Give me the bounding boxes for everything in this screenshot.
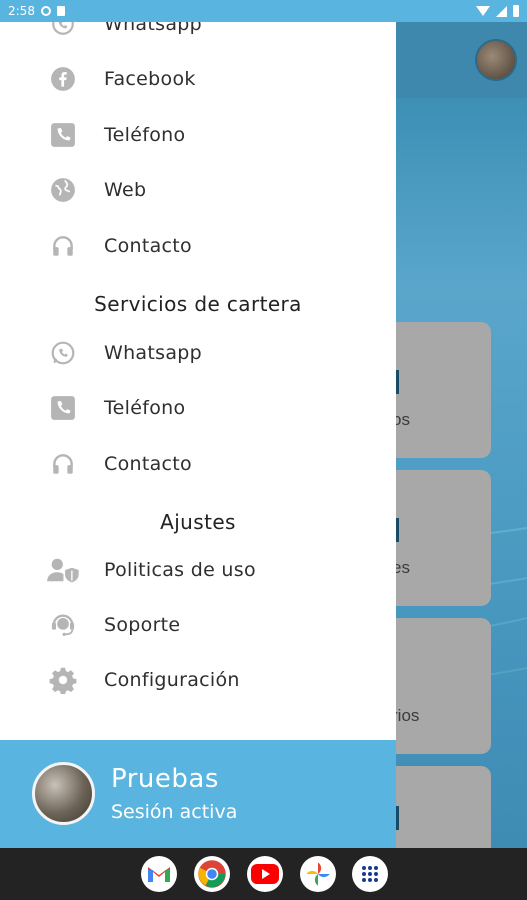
user-shield-icon — [46, 556, 82, 584]
sim-icon — [56, 6, 65, 16]
menu-item-label: Configuración — [104, 669, 240, 691]
menu-item-soporte[interactable]: Soporte — [0, 599, 396, 651]
background-card[interactable]: rios — [392, 618, 491, 754]
navigation-drawer: Whatsapp Facebook Teléfono Web Contacto … — [0, 22, 396, 848]
chrome-icon[interactable] — [194, 856, 230, 892]
menu-item-label: Soporte — [104, 614, 181, 636]
menu-item-whatsapp-partial[interactable]: Whatsapp — [0, 22, 396, 50]
signal-icon — [496, 5, 507, 17]
background-card[interactable]: os — [392, 322, 491, 458]
profile-name: Pruebas — [111, 764, 219, 794]
menu-item-label: Teléfono — [104, 124, 186, 146]
menu-item-label: Whatsapp — [104, 22, 202, 35]
menu-item-facebook[interactable]: Facebook — [0, 53, 396, 105]
whatsapp-icon — [49, 22, 77, 38]
gear-icon — [49, 666, 77, 694]
avatar — [32, 762, 95, 825]
headset-icon — [49, 232, 77, 260]
menu-item-telefono[interactable]: Teléfono — [0, 109, 396, 161]
card-label: rios — [392, 706, 420, 725]
youtube-icon[interactable] — [247, 856, 283, 892]
apps-icon[interactable] — [352, 856, 388, 892]
menu-item-label: Whatsapp — [104, 342, 202, 364]
background-card[interactable]: es — [392, 470, 491, 606]
headset-icon — [49, 450, 77, 478]
menu-item-configuracion[interactable]: Configuración — [0, 654, 396, 706]
menu-item-web[interactable]: Web — [0, 164, 396, 216]
section-title-settings: Ajustes — [160, 510, 236, 534]
drawer-profile-footer[interactable]: Pruebas Sesión activa — [0, 740, 396, 848]
app-dock — [0, 848, 527, 900]
status-time: 2:58 — [8, 4, 35, 18]
menu-item-label: Politicas de uso — [104, 559, 256, 581]
whatsapp-icon — [49, 339, 77, 367]
menu-item-portfolio-telefono[interactable]: Teléfono — [0, 382, 396, 434]
menu-item-portfolio-whatsapp[interactable]: Whatsapp — [0, 327, 396, 379]
section-title-portfolio: Servicios de cartera — [94, 292, 302, 316]
wifi-icon — [476, 6, 490, 16]
menu-item-contacto[interactable]: Contacto — [0, 220, 396, 272]
menu-item-label: Web — [104, 179, 147, 201]
status-bar: 2:58 — [0, 0, 527, 22]
support-agent-icon — [49, 611, 77, 639]
menu-item-label: Contacto — [104, 453, 192, 475]
menu-item-label: Contacto — [104, 235, 192, 257]
menu-item-politicas[interactable]: Politicas de uso — [0, 544, 396, 596]
session-status: Sesión activa — [111, 801, 238, 823]
gmail-icon[interactable] — [141, 856, 177, 892]
battery-icon — [513, 5, 519, 17]
phone-icon — [49, 121, 77, 149]
menu-item-label: Facebook — [104, 68, 196, 90]
phone-icon — [49, 394, 77, 422]
notification-icon — [40, 6, 51, 16]
header-avatar[interactable] — [475, 39, 517, 81]
photos-icon[interactable] — [300, 856, 336, 892]
globe-icon — [49, 176, 77, 204]
background-card[interactable] — [396, 766, 491, 848]
facebook-icon — [49, 65, 77, 93]
menu-item-portfolio-contacto[interactable]: Contacto — [0, 438, 396, 490]
menu-item-label: Teléfono — [104, 397, 186, 419]
